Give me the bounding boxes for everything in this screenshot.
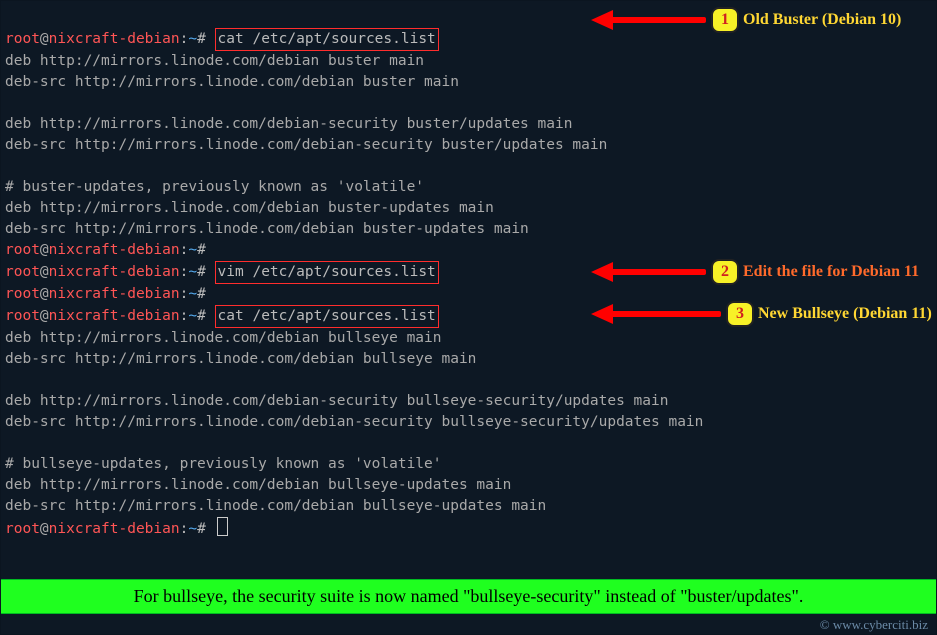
line: # bullseye-updates, previously known as … — [5, 456, 442, 472]
line: deb http://mirrors.linode.com/debian-sec… — [5, 116, 572, 132]
terminal-cursor — [217, 517, 228, 536]
command-cat-2: cat /etc/apt/sources.list — [215, 305, 439, 328]
command-cat-1: cat /etc/apt/sources.list — [215, 28, 439, 51]
prompt-user: root — [5, 31, 40, 47]
line: deb http://mirrors.linode.com/debian bus… — [5, 200, 494, 216]
line: deb http://mirrors.linode.com/debian-sec… — [5, 393, 668, 409]
line: # buster-updates, previously known as 'v… — [5, 179, 424, 195]
copyright: © www.cyberciti.biz — [820, 617, 928, 633]
terminal-output: root@nixcraft-debian:~# cat /etc/apt/sou… — [1, 1, 936, 540]
command-vim: vim /etc/apt/sources.list — [215, 261, 439, 284]
prompt-host: nixcraft-debian — [49, 31, 180, 47]
line: deb-src http://mirrors.linode.com/debian… — [5, 351, 476, 367]
line: deb-src http://mirrors.linode.com/debian… — [5, 137, 607, 153]
line: deb-src http://mirrors.linode.com/debian… — [5, 74, 459, 90]
line: deb http://mirrors.linode.com/debian bus… — [5, 53, 424, 69]
line: deb-src http://mirrors.linode.com/debian… — [5, 498, 546, 514]
line: deb http://mirrors.linode.com/debian bul… — [5, 330, 442, 346]
info-banner: For bullseye, the security suite is now … — [1, 579, 936, 614]
line: deb http://mirrors.linode.com/debian bul… — [5, 477, 511, 493]
line: deb-src http://mirrors.linode.com/debian… — [5, 221, 529, 237]
line: deb-src http://mirrors.linode.com/debian… — [5, 414, 703, 430]
